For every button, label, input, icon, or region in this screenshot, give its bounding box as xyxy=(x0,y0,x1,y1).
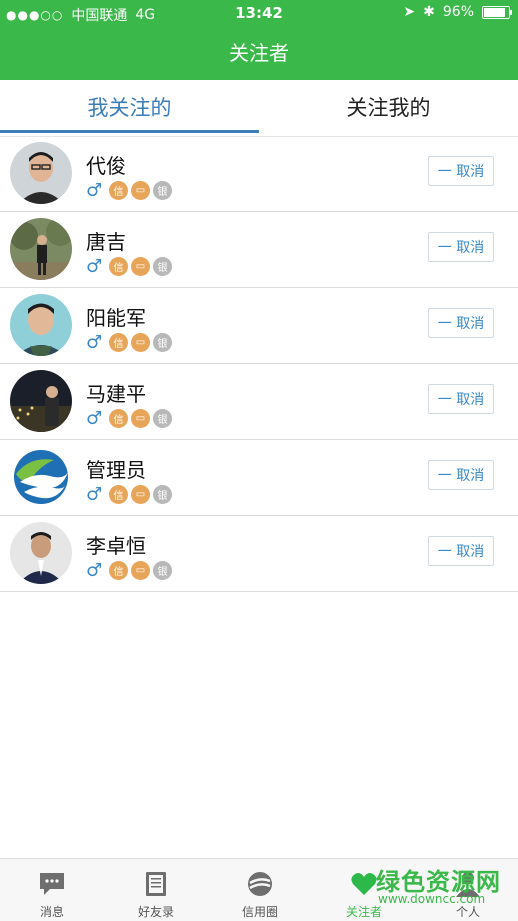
user-badges: ♂ 信 ▭ 银 xyxy=(86,485,172,504)
bottom-tab-contacts[interactable]: 好友录 xyxy=(104,859,208,921)
tab-following[interactable]: 我关注的 xyxy=(0,80,259,136)
following-list: 代俊 ♂ 信 ▭ 银 一 取消 唐吉 ♂ 信 ▭ 银 一 取消 阳能军 ♂ 信 … xyxy=(0,136,518,592)
bank-badge-icon: 银 xyxy=(153,409,172,428)
battery-icon xyxy=(482,5,512,19)
avatar xyxy=(10,522,72,584)
page-title: 关注者 xyxy=(0,26,518,80)
status-bar: ●●●○○ 中国联通 4G 13:42 ➤ ✱ 96% xyxy=(0,0,518,26)
bottom-tab-label: 信用圈 xyxy=(241,905,278,919)
id-card-icon: ▭ xyxy=(131,257,150,276)
bank-badge-icon: 银 xyxy=(153,485,172,504)
bottom-tab-label: 好友录 xyxy=(137,905,174,919)
male-icon: ♂ xyxy=(86,255,103,277)
list-item[interactable]: 阳能军 ♂ 信 ▭ 银 一 取消 xyxy=(0,288,518,364)
list-item[interactable]: 唐吉 ♂ 信 ▭ 银 一 取消 xyxy=(0,212,518,288)
unfollow-button[interactable]: 一 取消 xyxy=(428,460,494,490)
watermark-url: www.downcc.com xyxy=(378,892,486,906)
list-item[interactable]: 管理员 ♂ 信 ▭ 银 一 取消 xyxy=(0,440,518,516)
id-card-icon: ▭ xyxy=(131,485,150,504)
user-badges: ♂ 信 ▭ 银 xyxy=(86,257,172,276)
user-name: 马建平 xyxy=(86,382,146,406)
unfollow-button[interactable]: 一 取消 xyxy=(428,308,494,338)
male-icon: ♂ xyxy=(86,331,103,353)
user-badges: ♂ 信 ▭ 银 xyxy=(86,561,172,580)
male-icon: ♂ xyxy=(86,559,103,581)
user-badges: ♂ 信 ▭ 银 xyxy=(86,333,172,352)
unfollow-button[interactable]: 一 取消 xyxy=(428,232,494,262)
bluetooth-icon: ✱ xyxy=(423,4,435,20)
bottom-tab-label: 消息 xyxy=(39,905,64,919)
bank-badge-icon: 银 xyxy=(153,561,172,580)
bank-badge-icon: 银 xyxy=(153,333,172,352)
user-name: 代俊 xyxy=(86,154,126,178)
user-badges: ♂ 信 ▭ 银 xyxy=(86,409,172,428)
male-icon: ♂ xyxy=(86,179,103,201)
book-icon xyxy=(146,872,166,896)
male-icon: ♂ xyxy=(86,483,103,505)
credit-badge-icon: 信 xyxy=(109,333,128,352)
credit-badge-icon: 信 xyxy=(109,485,128,504)
tab-indicator xyxy=(0,130,259,133)
bank-badge-icon: 银 xyxy=(153,257,172,276)
list-item[interactable]: 马建平 ♂ 信 ▭ 银 一 取消 xyxy=(0,364,518,440)
user-name: 李卓恒 xyxy=(86,534,146,558)
user-name: 唐吉 xyxy=(86,230,126,254)
bank-badge-icon: 银 xyxy=(153,181,172,200)
avatar xyxy=(10,218,72,280)
id-card-icon: ▭ xyxy=(131,409,150,428)
avatar xyxy=(10,370,72,432)
list-item[interactable]: 代俊 ♂ 信 ▭ 银 一 取消 xyxy=(0,136,518,212)
battery-percent: 96% xyxy=(442,4,474,20)
user-name: 阳能军 xyxy=(86,306,146,330)
circle-logo-icon xyxy=(248,872,272,896)
tab-followers[interactable]: 关注我的 xyxy=(259,80,518,136)
tab-bar: 我关注的 关注我的 xyxy=(0,80,518,137)
heart-icon xyxy=(351,873,377,895)
credit-badge-icon: 信 xyxy=(109,409,128,428)
bottom-tab-credit-circle[interactable]: 信用圈 xyxy=(208,859,312,921)
id-card-icon: ▭ xyxy=(131,561,150,580)
credit-badge-icon: 信 xyxy=(109,181,128,200)
bottom-tab-messages[interactable]: 消息 xyxy=(0,859,104,921)
avatar xyxy=(10,142,72,204)
avatar xyxy=(10,294,72,356)
id-card-icon: ▭ xyxy=(131,333,150,352)
user-badges: ♂ 信 ▭ 银 xyxy=(86,181,172,200)
user-name: 管理员 xyxy=(86,458,146,482)
credit-badge-icon: 信 xyxy=(109,257,128,276)
avatar xyxy=(10,446,72,508)
credit-badge-icon: 信 xyxy=(109,561,128,580)
unfollow-button[interactable]: 一 取消 xyxy=(428,384,494,414)
unfollow-button[interactable]: 一 取消 xyxy=(428,536,494,566)
male-icon: ♂ xyxy=(86,407,103,429)
location-icon: ➤ xyxy=(403,4,416,20)
unfollow-button[interactable]: 一 取消 xyxy=(428,156,494,186)
id-card-icon: ▭ xyxy=(131,181,150,200)
list-item[interactable]: 李卓恒 ♂ 信 ▭ 银 一 取消 xyxy=(0,516,518,592)
message-icon xyxy=(40,873,64,895)
